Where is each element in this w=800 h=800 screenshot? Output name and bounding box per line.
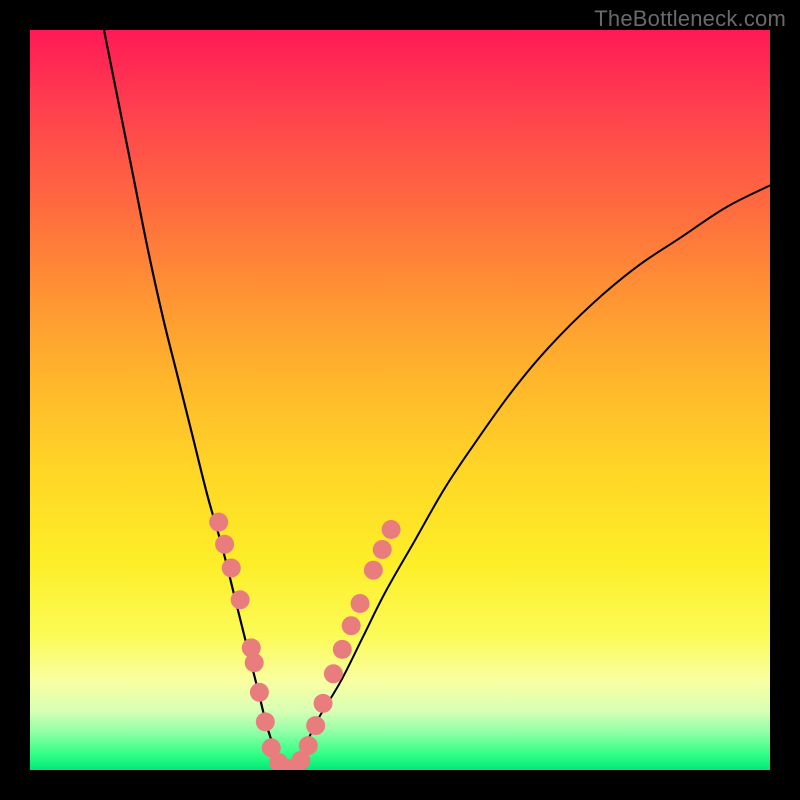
marker-dot xyxy=(250,683,269,702)
marker-dot xyxy=(222,558,241,577)
marker-dot xyxy=(351,594,370,613)
marker-dot xyxy=(256,712,275,731)
marker-dot xyxy=(215,535,234,554)
marker-dot xyxy=(299,736,318,755)
marker-dots xyxy=(209,513,400,770)
marker-dot xyxy=(231,590,250,609)
marker-dot xyxy=(324,664,343,683)
marker-dot xyxy=(209,513,228,532)
plot-area xyxy=(30,30,770,770)
marker-dot xyxy=(364,561,383,580)
marker-dot xyxy=(306,716,325,735)
marker-dot xyxy=(314,694,333,713)
marker-dot xyxy=(245,653,264,672)
marker-dot xyxy=(382,520,401,539)
curve-right-branch xyxy=(289,185,770,770)
bottleneck-curve xyxy=(30,30,770,770)
marker-dot xyxy=(373,540,392,559)
marker-dot xyxy=(342,616,361,635)
watermark-text: TheBottleneck.com xyxy=(594,6,786,32)
marker-dot xyxy=(333,640,352,659)
